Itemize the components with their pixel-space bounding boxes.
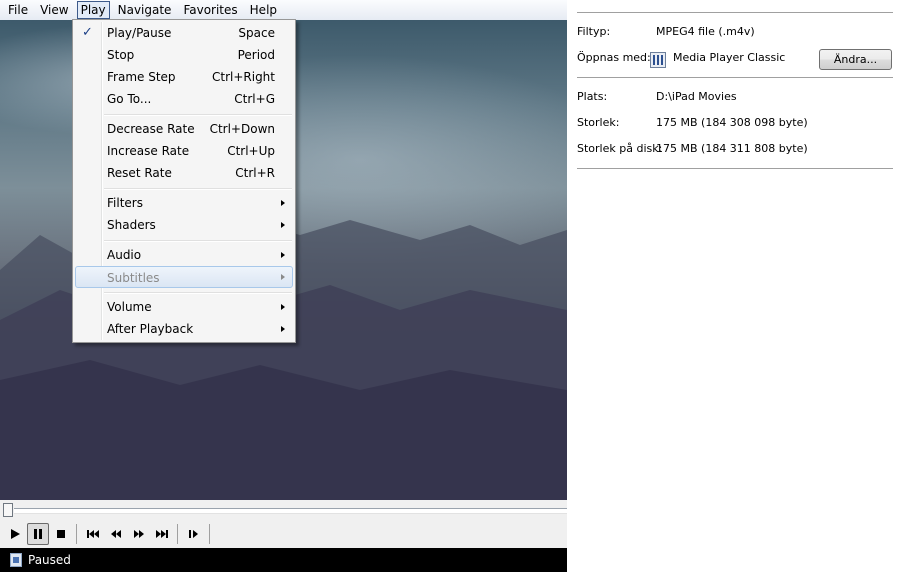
- media-player-classic-icon: [650, 52, 666, 68]
- menu-item-shortcut: Ctrl+Up: [227, 144, 275, 158]
- disk-size-label: Storlek på disk:: [577, 142, 663, 155]
- menu-play[interactable]: Play: [76, 1, 110, 19]
- file-type-row: Filtyp: MPEG4 file (.m4v): [577, 25, 902, 41]
- play-icon[interactable]: [4, 523, 26, 545]
- menu-item-increase-rate[interactable]: Increase Rate Ctrl+Up: [75, 140, 293, 162]
- frame-step-icon[interactable]: [183, 523, 205, 545]
- fast-forward-icon[interactable]: [128, 523, 150, 545]
- menu-item-label: Go To...: [107, 92, 152, 106]
- size-value: 175 MB (184 308 098 byte): [656, 116, 808, 129]
- menu-help[interactable]: Help: [246, 1, 281, 19]
- status-file-icon: [10, 553, 22, 567]
- pause-icon[interactable]: [27, 523, 49, 545]
- playback-controls: [0, 520, 567, 548]
- file-type-value: MPEG4 file (.m4v): [656, 25, 755, 38]
- divider: [577, 168, 893, 169]
- media-player-window: File View Play Navigate Favorites Help P…: [0, 0, 567, 572]
- divider: [577, 12, 893, 13]
- menu-item-shaders[interactable]: Shaders: [75, 214, 293, 236]
- opens-with-value: Media Player Classic: [673, 51, 786, 64]
- checkmark-icon: ✓: [82, 25, 93, 40]
- skip-back-icon[interactable]: [82, 523, 104, 545]
- submenu-arrow-icon: [281, 252, 285, 258]
- menu-item-shortcut: Ctrl+G: [234, 92, 275, 106]
- location-label: Plats:: [577, 90, 608, 103]
- menu-favorites[interactable]: Favorites: [179, 1, 241, 19]
- status-text: Paused: [28, 553, 71, 567]
- menu-navigate[interactable]: Navigate: [114, 1, 176, 19]
- submenu-arrow-icon: [281, 304, 285, 310]
- menu-item-label: Shaders: [107, 218, 156, 232]
- menu-separator: [104, 188, 292, 190]
- location-value: D:\iPad Movies: [656, 90, 737, 103]
- disk-size-value: 175 MB (184 311 808 byte): [656, 142, 808, 155]
- menu-item-frame-step[interactable]: Frame Step Ctrl+Right: [75, 66, 293, 88]
- menu-item-shortcut: Ctrl+R: [235, 166, 275, 180]
- rewind-icon[interactable]: [105, 523, 127, 545]
- menu-item-label: Subtitles: [107, 271, 160, 285]
- menu-separator: [104, 114, 292, 116]
- submenu-arrow-icon: [281, 326, 285, 332]
- menu-item-go-to[interactable]: Go To... Ctrl+G: [75, 88, 293, 110]
- menu-item-shortcut: Ctrl+Right: [211, 70, 275, 84]
- menu-item-label: Decrease Rate: [107, 122, 195, 136]
- menu-item-volume[interactable]: Volume: [75, 296, 293, 318]
- menu-item-decrease-rate[interactable]: Decrease Rate Ctrl+Down: [75, 118, 293, 140]
- status-bar: Paused: [0, 548, 567, 572]
- skip-forward-icon[interactable]: [151, 523, 173, 545]
- menu-file[interactable]: File: [4, 1, 32, 19]
- menu-item-label: Filters: [107, 196, 143, 210]
- submenu-arrow-icon: [281, 274, 285, 280]
- menu-item-label: Play/Pause: [107, 26, 172, 40]
- location-row: Plats: D:\iPad Movies: [577, 90, 902, 106]
- menu-item-label: Increase Rate: [107, 144, 190, 158]
- menu-item-stop[interactable]: Stop Period: [75, 44, 293, 66]
- menu-item-label: Frame Step: [107, 70, 176, 84]
- menu-item-label: After Playback: [107, 322, 194, 336]
- menu-item-after-playback[interactable]: After Playback: [75, 318, 293, 340]
- divider: [577, 77, 893, 78]
- controls-separator: [209, 524, 210, 544]
- seek-bar[interactable]: [0, 500, 567, 520]
- menu-item-label: Stop: [107, 48, 135, 62]
- submenu-arrow-icon: [281, 222, 285, 228]
- menu-item-label: Reset Rate: [107, 166, 172, 180]
- opens-with-label: Öppnas med:: [577, 51, 651, 64]
- disk-size-row: Storlek på disk: 175 MB (184 311 808 byt…: [577, 142, 902, 158]
- menu-separator: [104, 240, 292, 242]
- stop-icon[interactable]: [50, 523, 72, 545]
- menu-item-label: Volume: [107, 300, 152, 314]
- controls-separator: [177, 524, 178, 544]
- menu-item-label: Audio: [107, 248, 142, 262]
- size-label: Storlek:: [577, 116, 620, 129]
- seek-track[interactable]: [14, 508, 567, 514]
- play-menu-dropdown: ✓ Play/Pause Space Stop Period Frame Ste…: [72, 19, 296, 343]
- menu-bar: File View Play Navigate Favorites Help: [0, 0, 567, 21]
- menu-item-shortcut: Period: [237, 48, 275, 62]
- file-type-label: Filtyp:: [577, 25, 611, 38]
- menu-item-subtitles[interactable]: Subtitles: [75, 266, 293, 288]
- menu-separator: [104, 292, 292, 294]
- file-properties-panel: Filtyp: MPEG4 file (.m4v) Öppnas med: Me…: [577, 0, 902, 572]
- menu-item-shortcut: Ctrl+Down: [209, 122, 275, 136]
- submenu-arrow-icon: [281, 200, 285, 206]
- controls-separator: [76, 524, 77, 544]
- menu-item-audio[interactable]: Audio: [75, 244, 293, 266]
- menu-view[interactable]: View: [36, 1, 72, 19]
- change-app-button[interactable]: Ändra...: [819, 49, 892, 70]
- menu-item-filters[interactable]: Filters: [75, 192, 293, 214]
- menu-item-reset-rate[interactable]: Reset Rate Ctrl+R: [75, 162, 293, 184]
- menu-item-shortcut: Space: [238, 26, 275, 40]
- menu-item-play-pause[interactable]: ✓ Play/Pause Space: [75, 22, 293, 44]
- size-row: Storlek: 175 MB (184 308 098 byte): [577, 116, 902, 132]
- seek-thumb[interactable]: [3, 503, 13, 517]
